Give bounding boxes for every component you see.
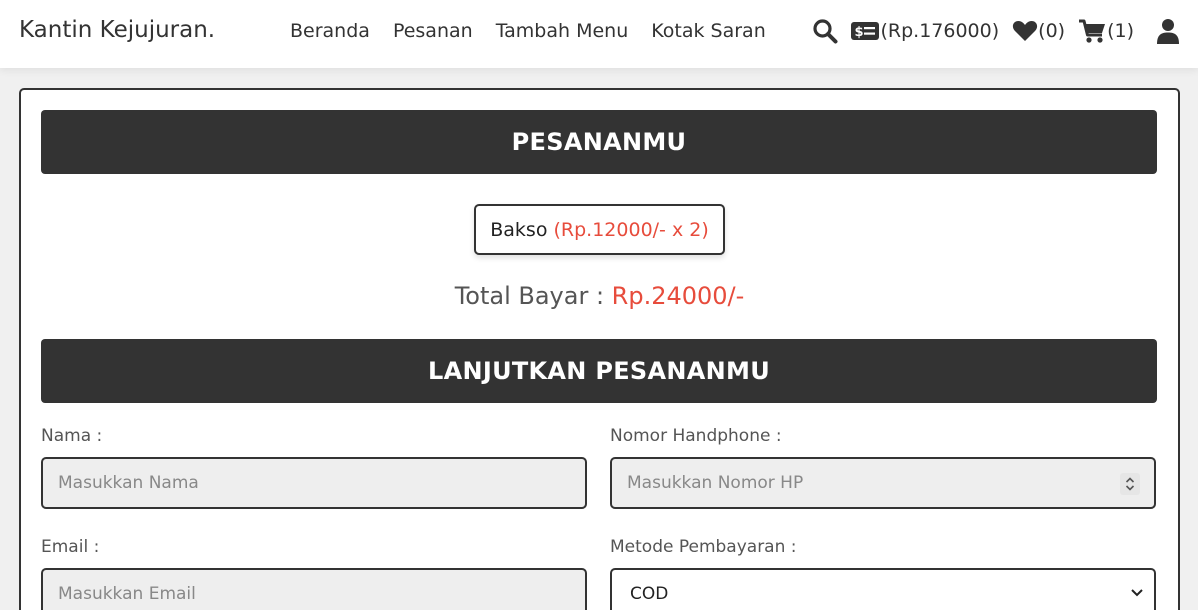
search-button[interactable] [812, 18, 838, 44]
nav-link-tambah-menu[interactable]: Tambah Menu [496, 20, 629, 42]
cart-button[interactable]: (1) [1078, 18, 1134, 44]
email-placeholder: Masukkan Email [58, 584, 196, 604]
logo-dot: . [207, 17, 216, 43]
payment-label: Metode Pembayaran : [610, 537, 797, 557]
logo-text[interactable]: Kantin Kejujuran [19, 17, 208, 43]
name-input[interactable]: Masukkan Nama [41, 457, 587, 509]
number-spinner-icon[interactable] [1120, 473, 1140, 495]
order-title: PESANANMU [41, 110, 1157, 174]
payment-selected-value: COD [630, 584, 669, 604]
cart-icon [1079, 19, 1106, 43]
name-placeholder: Masukkan Nama [58, 473, 199, 493]
wishlist-count: (0) [1038, 20, 1066, 42]
cart-count: (1) [1107, 20, 1134, 42]
header-icons: $ (Rp.176000) (0) (1) [812, 15, 1180, 47]
nav-link-kotak-saran[interactable]: Kotak Saran [651, 20, 765, 42]
search-icon [813, 19, 838, 44]
checkout-title: LANJUTKAN PESANANMU [41, 339, 1157, 403]
email-label: Email : [41, 537, 100, 557]
order-container: PESANANMU Bakso (Rp.12000/- x 2) Total B… [19, 88, 1180, 610]
money-card-icon: $ [851, 22, 880, 40]
payment-method-select[interactable]: COD [610, 568, 1156, 610]
balance-button[interactable]: $ (Rp.176000) [850, 20, 999, 42]
total-label: Total Bayar : [454, 282, 605, 310]
name-label: Nama : [41, 426, 103, 446]
chevron-down-icon [1131, 589, 1143, 597]
svg-text:$: $ [855, 25, 864, 40]
phone-placeholder: Masukkan Nomor HP [627, 473, 804, 493]
main-nav: Beranda Pesanan Tambah Menu Kotak Saran [290, 20, 766, 42]
order-item: Bakso (Rp.12000/- x 2) [474, 204, 725, 255]
phone-input[interactable]: Masukkan Nomor HP [610, 457, 1156, 509]
total-value: Rp.24000/- [611, 282, 745, 310]
nav-link-beranda[interactable]: Beranda [290, 20, 370, 42]
phone-label: Nomor Handphone : [610, 426, 782, 446]
order-total: Total Bayar : Rp.24000/- [21, 282, 1178, 310]
top-header: Kantin Kejujuran. Beranda Pesanan Tambah… [0, 0, 1198, 68]
wishlist-button[interactable]: (0) [1012, 19, 1065, 43]
user-icon [1157, 19, 1179, 44]
heart-icon [1013, 21, 1038, 41]
user-button[interactable] [1156, 18, 1180, 44]
balance-amount: (Rp.176000) [880, 20, 1000, 42]
nav-link-pesanan[interactable]: Pesanan [393, 20, 473, 42]
order-item-detail: (Rp.12000/- x 2) [553, 218, 709, 241]
email-input[interactable]: Masukkan Email [41, 568, 587, 610]
site-logo[interactable]: Kantin Kejujuran. [19, 17, 215, 43]
order-item-name: Bakso [490, 218, 548, 241]
